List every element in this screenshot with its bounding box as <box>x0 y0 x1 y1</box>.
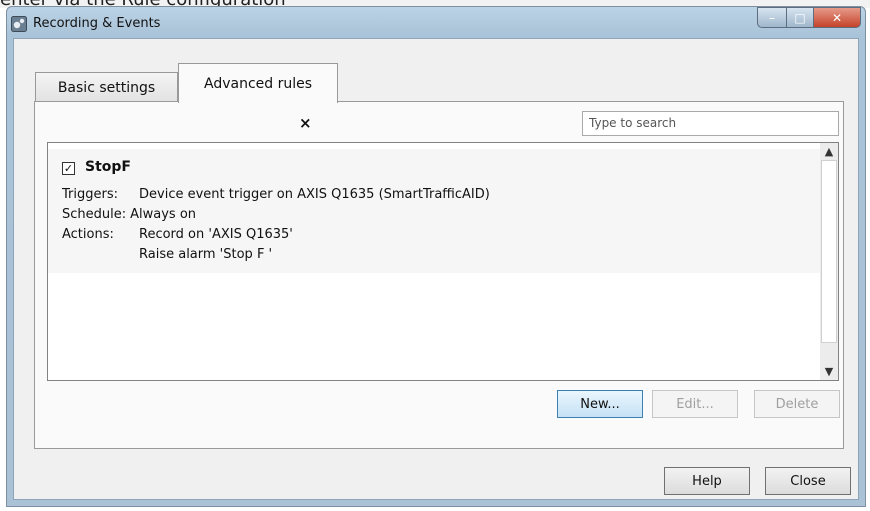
schedule-value: Always on <box>130 207 197 222</box>
rule-name: StopF <box>85 159 131 175</box>
window-title: Recording & Events <box>33 16 161 31</box>
advanced-rules-panel: × ✓ StopF Triggers: Device event trigger … <box>34 101 844 449</box>
actions-label: Actions: <box>62 227 114 242</box>
scroll-down-arrow-icon[interactable]: ▼ <box>820 363 838 380</box>
search-input[interactable] <box>583 112 815 134</box>
dialog-window: Recording & Events – □ ✕ Basic settings … <box>6 6 866 507</box>
window-controls: – □ ✕ <box>757 7 861 29</box>
close-button[interactable]: Close <box>765 467 851 495</box>
rule-enabled-checkbox[interactable]: ✓ <box>62 162 75 175</box>
new-rule-button[interactable]: New... <box>557 390 643 418</box>
close-window-button[interactable]: ✕ <box>813 7 861 28</box>
rules-list-scrollbar[interactable]: ▲ ▼ <box>820 143 838 380</box>
action-value: Record on 'AXIS Q1635' <box>139 227 293 242</box>
minimize-icon: – <box>769 10 775 25</box>
triggers-value: Device event trigger on AXIS Q1635 (Smar… <box>139 187 490 202</box>
help-button[interactable]: Help <box>664 467 750 495</box>
rule-schedule-row: Schedule: Always on <box>62 207 196 222</box>
dialog-client-area: Basic settings Advanced rules × ✓ StopF … <box>13 38 859 500</box>
action-value: Raise alarm 'Stop F ' <box>139 247 273 262</box>
close-icon: ✕ <box>831 10 843 25</box>
delete-rule-button[interactable]: Delete <box>754 390 840 418</box>
scroll-up-arrow-icon[interactable]: ▲ <box>820 143 838 160</box>
maximize-icon: □ <box>794 10 806 25</box>
schedule-label: Schedule: <box>62 207 127 222</box>
maximize-button[interactable]: □ <box>786 7 813 28</box>
edit-rule-button[interactable]: Edit... <box>652 390 738 418</box>
rule-triggers-row: Triggers: Device event trigger on AXIS Q1… <box>62 187 490 202</box>
tab-label: Basic settings <box>57 79 156 96</box>
tab-label: Advanced rules <box>203 75 313 92</box>
minimize-button[interactable]: – <box>757 7 786 28</box>
scrollbar-thumb[interactable] <box>821 160 837 343</box>
search-box <box>582 111 839 136</box>
triggers-label: Triggers: <box>62 187 118 202</box>
rule-actions-row: Actions: Record on 'AXIS Q1635' <box>62 227 293 242</box>
app-icon <box>11 16 27 32</box>
clear-search-icon[interactable]: × <box>299 114 312 132</box>
rules-list[interactable]: ✓ StopF Triggers: Device event trigger on… <box>47 142 839 381</box>
tab-basic-settings[interactable]: Basic settings <box>35 72 178 102</box>
tab-advanced-rules[interactable]: Advanced rules <box>178 63 338 103</box>
list-item[interactable]: ✓ StopF Triggers: Device event trigger on… <box>48 149 820 273</box>
